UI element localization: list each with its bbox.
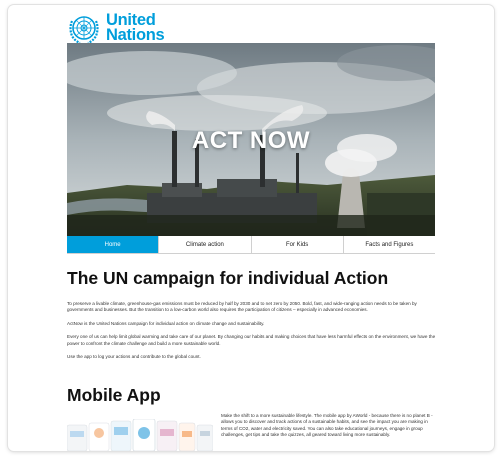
actnow-paragraph: ActNow is the United Nations campaign fo… [67,320,265,326]
un-emblem-icon[interactable] [67,11,101,45]
mobile-app-title: Mobile App [67,385,161,405]
page-title: The UN campaign for individual Action [67,268,389,288]
site-header: United Nations [67,11,165,45]
nav-tab-home[interactable]: Home [67,236,160,253]
browser-frame: United Nations ACT NOW Home Climate acti… [8,5,494,451]
hero-banner: ACT NOW [67,43,435,236]
nav-tab-climate-action[interactable]: Climate action [159,236,252,253]
nav-tab-facts-and-figures[interactable]: Facts and Figures [344,236,435,253]
app-log-paragraph: Use the app to log your actions and cont… [67,354,201,360]
main-nav: Home Climate action For Kids Facts and F… [67,236,435,254]
brand-line-2: Nations [106,26,165,44]
nav-tab-for-kids[interactable]: For Kids [252,236,344,253]
hero-title: ACT NOW [191,127,311,154]
main-content: The UN campaign for individual Action To… [67,267,439,360]
mobile-app-description: Make the shift to a more sustainable lif… [221,413,433,438]
intro-paragraph: To preserve a livable climate, greenhous… [67,301,417,313]
app-screenshots-image [67,419,213,451]
brand-wordmark[interactable]: United Nations [106,12,165,44]
habits-paragraph: Every one of us can help limit global wa… [67,334,436,346]
